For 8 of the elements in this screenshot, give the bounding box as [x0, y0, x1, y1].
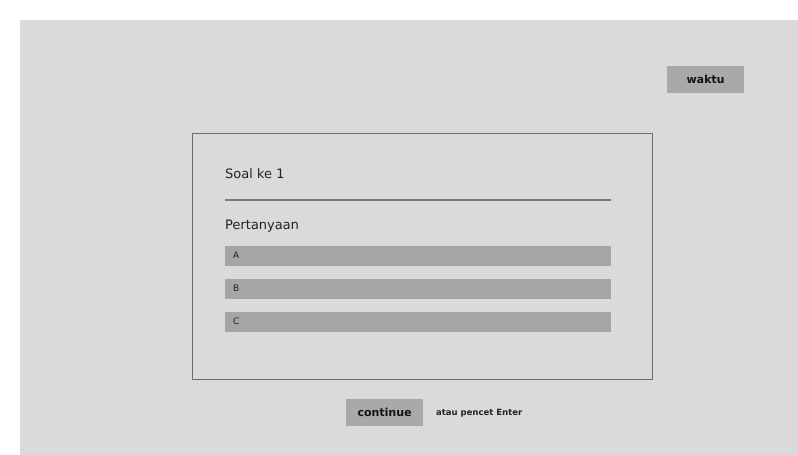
continue-button[interactable]: continue — [346, 399, 423, 426]
question-text: Pertanyaan — [225, 217, 300, 235]
answer-option[interactable]: B — [225, 279, 611, 299]
question-number: Soal ke 1 — [225, 166, 286, 184]
answer-option[interactable]: A — [225, 246, 611, 266]
enter-hint: atau pencet Enter — [436, 408, 522, 418]
answer-option[interactable]: C — [225, 312, 611, 332]
timer-button[interactable]: waktu — [667, 66, 744, 93]
